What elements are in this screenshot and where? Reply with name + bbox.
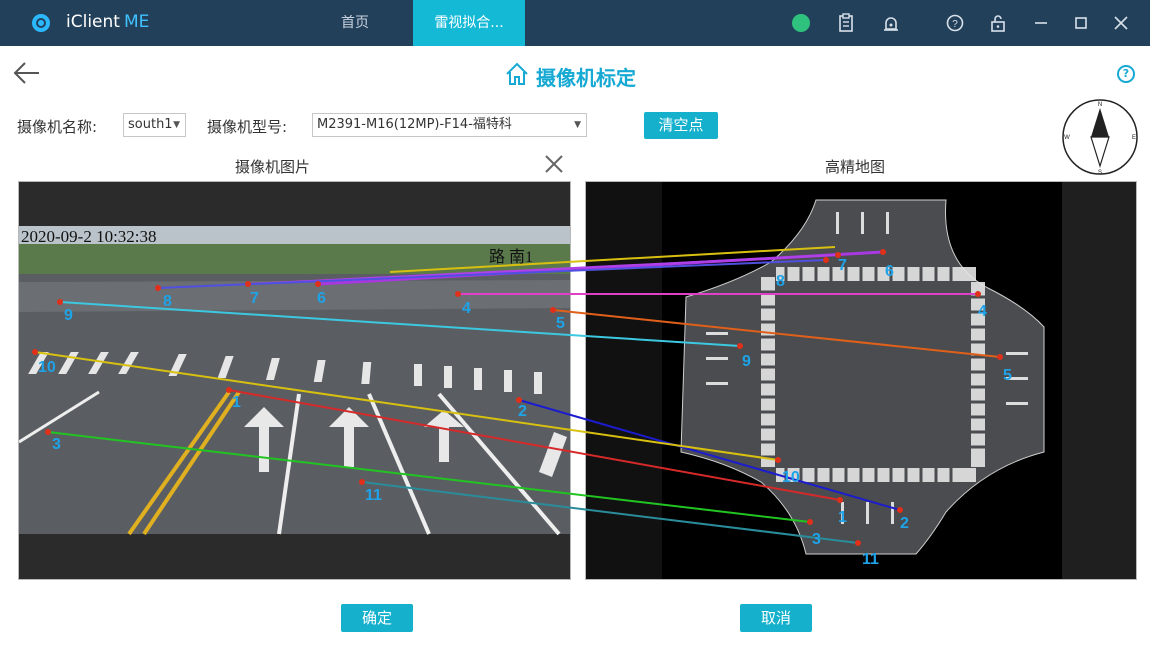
camera-timestamp: 2020-09-2 10:32:38 xyxy=(21,227,157,246)
clear-points-button[interactable]: 清空点 xyxy=(644,112,718,139)
camera-image-panel[interactable]: 2020-09-2 10:32:38 路 南1 xyxy=(18,181,571,580)
hd-map-panel[interactable] xyxy=(585,181,1137,580)
chevron-down-icon: ▼ xyxy=(173,120,180,130)
compass-north: N xyxy=(1098,102,1102,108)
help-icon[interactable]: ? xyxy=(944,12,966,34)
page-title: 摄像机标定 xyxy=(536,66,636,90)
minimize-icon[interactable] xyxy=(1030,12,1052,34)
camera-name-label: 摄像机名称: xyxy=(17,118,98,136)
maximize-icon[interactable] xyxy=(1070,12,1092,34)
app-name: iClient ME xyxy=(66,12,149,32)
close-icon[interactable] xyxy=(1110,12,1132,34)
compass-west: W xyxy=(1064,135,1070,141)
back-arrow-icon[interactable] xyxy=(12,60,42,86)
camera-name-value: south1 xyxy=(128,117,173,132)
close-icon[interactable] xyxy=(543,153,565,175)
app-name-text: iClient xyxy=(66,12,120,32)
camera-model-label: 摄像机型号: xyxy=(207,118,288,136)
lock-icon[interactable] xyxy=(987,12,1009,34)
camera-image-title: 摄像机图片 xyxy=(235,158,311,176)
clipboard-icon[interactable] xyxy=(835,12,857,34)
help-circle-icon[interactable]: ? xyxy=(1117,65,1135,83)
home-icon[interactable] xyxy=(504,61,530,87)
compass-icon: N S E W xyxy=(1061,98,1139,176)
camera-name-select[interactable]: south1 ▼ xyxy=(123,113,186,137)
cancel-button[interactable]: 取消 xyxy=(740,604,812,632)
compass-south: S xyxy=(1098,170,1102,176)
alarm-icon[interactable] xyxy=(880,12,902,34)
camera-model-value: M2391-M16(12MP)-F14-福特科 xyxy=(317,117,512,132)
sync-icon[interactable] xyxy=(790,12,812,34)
confirm-button[interactable]: 确定 xyxy=(341,604,413,632)
camera-street-text: 路 南1 xyxy=(489,248,533,266)
chevron-down-icon: ▼ xyxy=(574,120,581,130)
camera-model-select[interactable]: M2391-M16(12MP)-F14-福特科 ▼ xyxy=(312,113,587,137)
tab-radar-video-fitting[interactable]: 雷视拟合... xyxy=(413,0,525,46)
app-name-suffix: ME xyxy=(123,12,150,32)
compass-east: E xyxy=(1132,135,1136,141)
app-logo-icon xyxy=(32,14,50,32)
svg-text:?: ? xyxy=(952,19,958,30)
title-bar: iClient ME 首页 雷视拟合... ? xyxy=(0,0,1150,46)
tab-home[interactable]: 首页 xyxy=(320,0,390,46)
hd-map-title: 高精地图 xyxy=(825,158,886,176)
